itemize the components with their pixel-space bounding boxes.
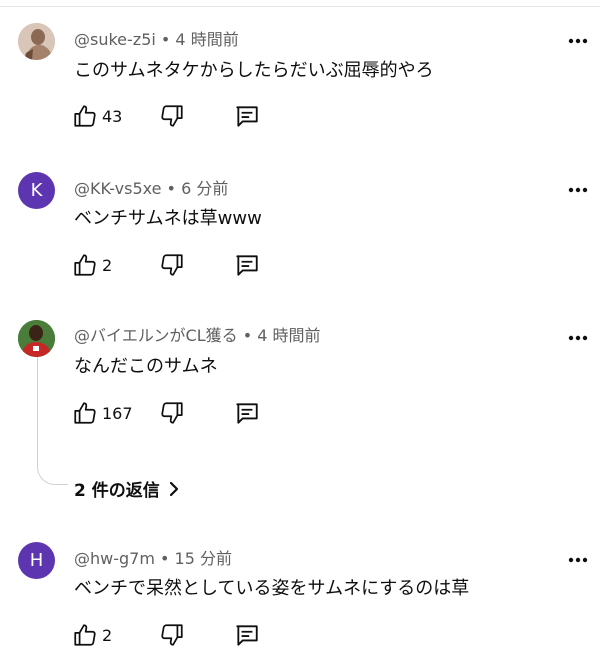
comment-text: なんだこのサムネ xyxy=(74,356,218,377)
more-button[interactable] xyxy=(566,29,590,53)
reply-icon xyxy=(236,625,258,646)
meta-separator: • xyxy=(161,179,182,198)
comment-time[interactable]: 4 時間前 xyxy=(175,30,238,49)
more-vert-icon xyxy=(568,335,588,341)
like-count: 167 xyxy=(102,403,133,423)
comment-meta: @KK-vs5xe • 6 分前 xyxy=(74,175,228,199)
like-button[interactable]: 43 xyxy=(72,101,122,131)
reply-icon xyxy=(236,403,258,424)
dislike-button[interactable] xyxy=(159,398,185,428)
thumbs-up-icon xyxy=(74,402,96,424)
more-vert-icon xyxy=(568,557,588,563)
top-divider xyxy=(0,6,600,7)
dislike-button[interactable] xyxy=(159,101,185,131)
like-button[interactable]: 2 xyxy=(72,250,112,280)
meta-separator: • xyxy=(154,549,175,568)
thumbs-up-icon xyxy=(74,254,96,276)
comment-meta: @suke-z5i • 4 時間前 xyxy=(74,26,239,50)
comment-meta: @hw-g7m • 15 分前 xyxy=(74,545,232,569)
avatar-letter: K xyxy=(30,180,43,201)
avatar[interactable]: H xyxy=(18,542,55,579)
comment-text: ベンチサムネは草www xyxy=(74,208,262,229)
like-button[interactable]: 167 xyxy=(72,398,133,428)
comment-text: このサムネタケからしたらだいぶ屈辱的やろ xyxy=(74,60,434,81)
thumbs-down-icon xyxy=(161,254,183,276)
thumbs-down-icon xyxy=(161,402,183,424)
comment-author[interactable]: @KK-vs5xe xyxy=(74,179,161,198)
dislike-button[interactable] xyxy=(159,620,185,650)
more-button[interactable] xyxy=(566,548,590,572)
reply-button[interactable] xyxy=(234,101,260,131)
meta-separator: • xyxy=(155,30,176,49)
comment-time[interactable]: 4 時間前 xyxy=(257,326,320,345)
comment-text: ベンチで呆然としている姿をサムネにするのは草 xyxy=(74,578,470,599)
comment-author[interactable]: @hw-g7m xyxy=(74,549,155,568)
reply-icon xyxy=(236,106,258,127)
avatar-photo xyxy=(18,320,55,357)
thumbs-down-icon xyxy=(161,624,183,646)
replies-label: 2 件の返信 xyxy=(74,481,160,501)
more-vert-icon xyxy=(568,187,588,193)
comment-time[interactable]: 6 分前 xyxy=(181,179,228,198)
avatar-photo xyxy=(18,23,55,60)
avatar-letter: H xyxy=(29,550,44,571)
comment-meta: @バイエルンがCL獲る • 4 時間前 xyxy=(74,322,321,346)
like-button[interactable]: 2 xyxy=(72,620,112,650)
more-vert-icon xyxy=(568,38,588,44)
comment-author[interactable]: @バイエルンがCL獲る xyxy=(74,326,238,345)
reply-button[interactable] xyxy=(234,620,260,650)
more-button[interactable] xyxy=(566,178,590,202)
meta-separator: • xyxy=(237,326,258,345)
thumbs-up-icon xyxy=(74,105,96,127)
view-replies-button[interactable]: 2 件の返信 xyxy=(74,476,180,501)
reply-icon xyxy=(236,255,258,276)
comment-author[interactable]: @suke-z5i xyxy=(74,30,156,49)
comment-time[interactable]: 15 分前 xyxy=(175,549,232,568)
avatar[interactable] xyxy=(18,320,55,357)
thumbs-up-icon xyxy=(74,624,96,646)
chevron-right-icon xyxy=(169,481,178,496)
like-count: 43 xyxy=(102,106,123,126)
dislike-button[interactable] xyxy=(159,250,185,280)
more-button[interactable] xyxy=(566,326,590,350)
like-count: 2 xyxy=(102,625,113,645)
reply-thread-line xyxy=(37,356,68,485)
like-count: 2 xyxy=(102,255,113,275)
avatar[interactable]: K xyxy=(18,172,55,209)
reply-button[interactable] xyxy=(234,250,260,280)
reply-button[interactable] xyxy=(234,398,260,428)
avatar[interactable] xyxy=(18,23,55,60)
thumbs-down-icon xyxy=(161,105,183,127)
